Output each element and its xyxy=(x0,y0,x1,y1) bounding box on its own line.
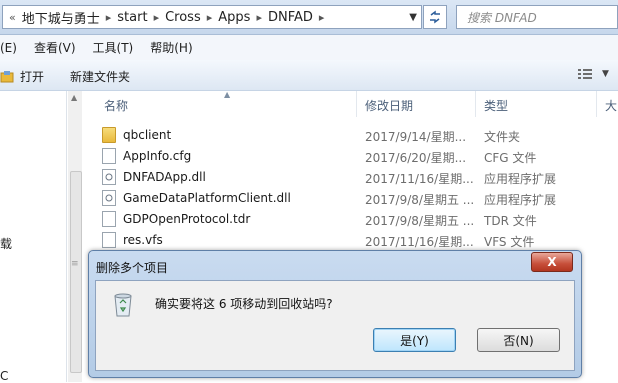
file-date: 2017/9/8/星期五 ... xyxy=(365,214,475,228)
scrollbar-grip-icon: ≡ xyxy=(71,259,79,269)
file-date: 2017/11/16/星期... xyxy=(365,235,474,249)
breadcrumb-overflow-icon[interactable]: « xyxy=(3,11,22,24)
column-date[interactable]: 修改日期 xyxy=(365,97,413,114)
recycle-bin-icon xyxy=(114,293,132,317)
file-name: DNFADApp.dll xyxy=(123,170,206,184)
breadcrumb-item-3[interactable]: Apps xyxy=(218,10,250,25)
address-bar: « 地下城与勇士 ▸ start ▸ Cross ▸ Apps ▸ DNFAD … xyxy=(0,0,618,35)
list-item[interactable]: DNFADApp.dll 2017/11/16/星期... 应用程序扩展 xyxy=(102,167,618,188)
nav-item-label[interactable]: C xyxy=(0,369,8,383)
open-icon xyxy=(0,70,14,82)
sort-up-icon: ▲ xyxy=(224,90,231,99)
file-type: VFS 文件 xyxy=(484,235,535,249)
refresh-icon xyxy=(430,10,440,24)
new-folder-label: 新建文件夹 xyxy=(70,70,131,84)
chevron-right-icon[interactable]: ▸ xyxy=(148,11,166,24)
list-item[interactable]: GDPOpenProtocol.tdr 2017/9/8/星期五 ... TDR… xyxy=(102,209,618,230)
file-name: GDPOpenProtocol.tdr xyxy=(123,212,251,226)
new-folder-button[interactable]: 新建文件夹 xyxy=(70,68,130,85)
file-icon xyxy=(102,148,116,164)
open-button[interactable]: 打开 xyxy=(0,68,44,85)
file-type: TDR 文件 xyxy=(484,214,537,228)
breadcrumb-item-0[interactable]: 地下城与勇士 xyxy=(22,8,100,27)
search-input[interactable]: 搜索 DNFAD xyxy=(456,5,618,29)
view-options-button[interactable]: ▼ xyxy=(578,68,609,80)
dialog-title: 删除多个项目 xyxy=(96,261,169,275)
yes-button[interactable]: 是(Y) xyxy=(373,328,456,352)
file-date: 2017/9/8/星期五 ... xyxy=(365,193,475,207)
file-type: CFG 文件 xyxy=(484,151,537,165)
breadcrumb-item-1[interactable]: start xyxy=(117,10,147,25)
dll-icon xyxy=(102,190,116,206)
refresh-button[interactable] xyxy=(423,5,447,29)
dll-icon xyxy=(102,169,116,185)
list-item[interactable]: AppInfo.cfg 2017/6/20/星期... CFG 文件 xyxy=(102,146,618,167)
chevron-right-icon[interactable]: ▸ xyxy=(250,11,268,24)
file-type: 文件夹 xyxy=(484,130,521,144)
nav-scrollbar[interactable]: ▲ ≡ xyxy=(68,91,82,382)
navigation-pane[interactable]: 载 C xyxy=(0,91,67,383)
file-type: 应用程序扩展 xyxy=(484,172,557,186)
file-date: 2017/6/20/星期... xyxy=(365,151,467,165)
menu-help[interactable]: 帮助(H) xyxy=(150,39,192,56)
column-header: ▲ 名称 修改日期 类型 大 xyxy=(84,90,618,117)
chevron-right-icon[interactable]: ▸ xyxy=(201,11,219,24)
breadcrumb-item-4[interactable]: DNFAD xyxy=(268,10,313,25)
view-list-icon xyxy=(578,69,592,79)
menu-tools[interactable]: 工具(T) xyxy=(93,39,134,56)
file-type: 应用程序扩展 xyxy=(484,193,557,207)
chevron-right-icon[interactable]: ▸ xyxy=(313,11,331,24)
open-label: 打开 xyxy=(20,70,45,84)
file-name: AppInfo.cfg xyxy=(123,149,192,163)
list-item[interactable]: qbclient 2017/9/14/星期... 文件夹 xyxy=(102,125,618,146)
address-dropdown-icon[interactable]: ▼ xyxy=(405,12,421,23)
toolbar: 打开 新建文件夹 ▼ xyxy=(0,60,618,91)
dialog-message: 确实要将这 6 项移动到回收站吗? xyxy=(155,297,333,311)
list-item[interactable]: GameDataPlatformClient.dll 2017/9/8/星期五 … xyxy=(102,188,618,209)
file-name: qbclient xyxy=(123,128,172,142)
menu-bar: (E) 查看(V) 工具(T) 帮助(H) xyxy=(0,35,618,60)
delete-confirm-dialog: 删除多个项目 X 确实要将这 6 项移动到回收站吗? 是(Y) 否(N) xyxy=(88,250,582,378)
column-name[interactable]: 名称 xyxy=(104,97,128,114)
file-date: 2017/11/16/星期... xyxy=(365,172,474,186)
folder-icon xyxy=(102,127,116,143)
scrollbar-thumb[interactable] xyxy=(70,171,82,373)
dialog-body: 确实要将这 6 项移动到回收站吗? 是(Y) 否(N) xyxy=(95,280,575,371)
breadcrumb[interactable]: « 地下城与勇士 ▸ start ▸ Cross ▸ Apps ▸ DNFAD … xyxy=(2,5,422,29)
close-button[interactable]: X xyxy=(531,252,573,272)
chevron-down-icon: ▼ xyxy=(602,69,609,79)
file-name: GameDataPlatformClient.dll xyxy=(123,191,291,205)
menu-view[interactable]: 查看(V) xyxy=(34,39,76,56)
file-name: res.vfs xyxy=(123,233,163,247)
breadcrumb-item-2[interactable]: Cross xyxy=(165,10,201,25)
chevron-right-icon[interactable]: ▸ xyxy=(100,11,118,24)
file-icon xyxy=(102,232,116,248)
menu-edit[interactable]: (E) xyxy=(0,41,17,55)
file-icon xyxy=(102,211,116,227)
no-button[interactable]: 否(N) xyxy=(477,328,560,352)
column-size[interactable]: 大 xyxy=(605,97,617,114)
nav-item-label[interactable]: 载 xyxy=(0,235,12,252)
list-item[interactable]: res.vfs 2017/11/16/星期... VFS 文件 xyxy=(102,230,618,251)
file-date: 2017/9/14/星期... xyxy=(365,130,467,144)
column-type[interactable]: 类型 xyxy=(484,97,508,114)
scroll-up-icon[interactable]: ▲ xyxy=(71,93,77,102)
search-placeholder: 搜索 DNFAD xyxy=(467,10,537,25)
